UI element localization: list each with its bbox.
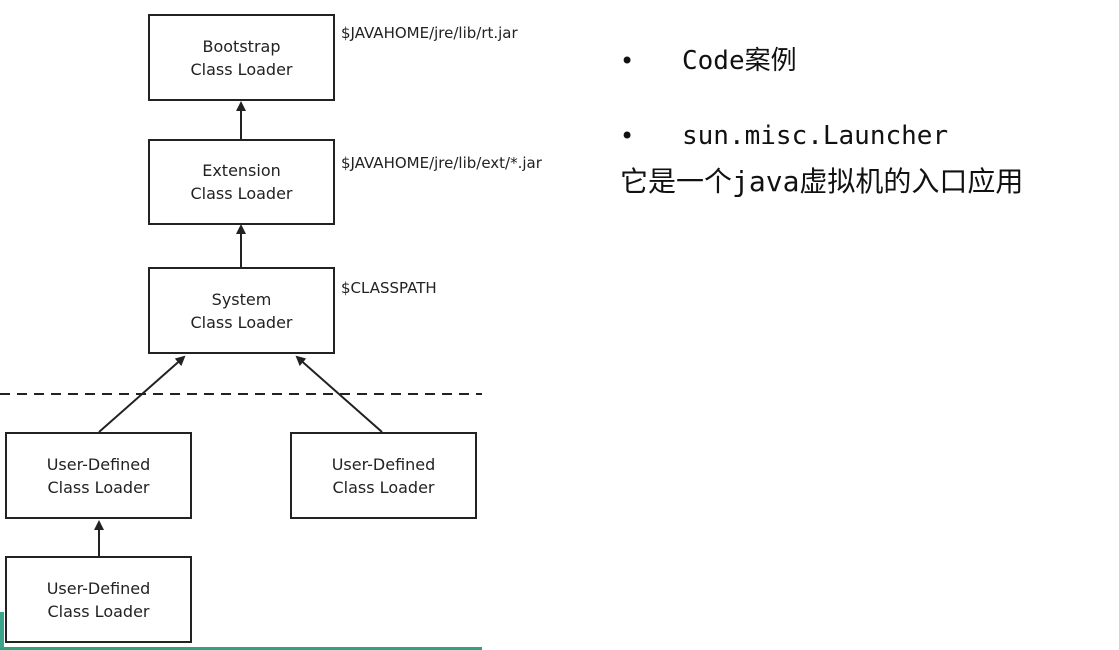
bootstrap-path-label: $JAVAHOME/jre/lib/rt.jar bbox=[341, 24, 518, 42]
user-defined-class-loader-box-3: User-Defined Class Loader bbox=[5, 556, 192, 643]
note-item-launcher: • sun.misc.Launcher bbox=[620, 121, 948, 151]
bootstrap-class-loader-box: Bootstrap Class Loader bbox=[148, 14, 335, 101]
user3-box-line1: User-Defined bbox=[46, 578, 151, 598]
corner-accent-mark bbox=[0, 612, 4, 648]
system-box-line2: Class Loader bbox=[190, 312, 293, 332]
user-defined-class-loader-box-2: User-Defined Class Loader bbox=[290, 432, 477, 519]
extension-class-loader-box: Extension Class Loader bbox=[148, 139, 335, 225]
user1-box-line2: Class Loader bbox=[47, 477, 150, 497]
system-box-line1: System bbox=[211, 289, 272, 309]
bootstrap-box-line1: Bootstrap bbox=[202, 36, 281, 56]
bootstrap-box-line2: Class Loader bbox=[190, 59, 293, 79]
extension-box-line1: Extension bbox=[202, 161, 281, 180]
extension-path-label: $JAVAHOME/jre/lib/ext/*.jar bbox=[341, 154, 542, 172]
note-item-code-example: • Code案例 bbox=[620, 40, 797, 77]
user1-box-line1: User-Defined bbox=[46, 454, 151, 474]
system-path-label: $CLASSPATH bbox=[341, 279, 437, 297]
note-item-1-text: Code案例 bbox=[682, 46, 797, 76]
user2-box-line2: Class Loader bbox=[332, 477, 435, 497]
extension-box-line2: Class Loader bbox=[190, 184, 293, 203]
bullet-icon: • bbox=[620, 47, 635, 75]
user2-box-line1: User-Defined bbox=[331, 454, 436, 474]
bullet-icon: • bbox=[620, 122, 635, 150]
system-class-loader-box: System Class Loader bbox=[148, 267, 335, 354]
user-defined-class-loader-box-1: User-Defined Class Loader bbox=[5, 432, 192, 519]
user3-box-line2: Class Loader bbox=[47, 601, 150, 621]
note-item-2-description: 它是一个java虚拟机的入口应用 bbox=[620, 165, 1024, 198]
note-item-2-text: sun.misc.Launcher bbox=[682, 121, 949, 151]
